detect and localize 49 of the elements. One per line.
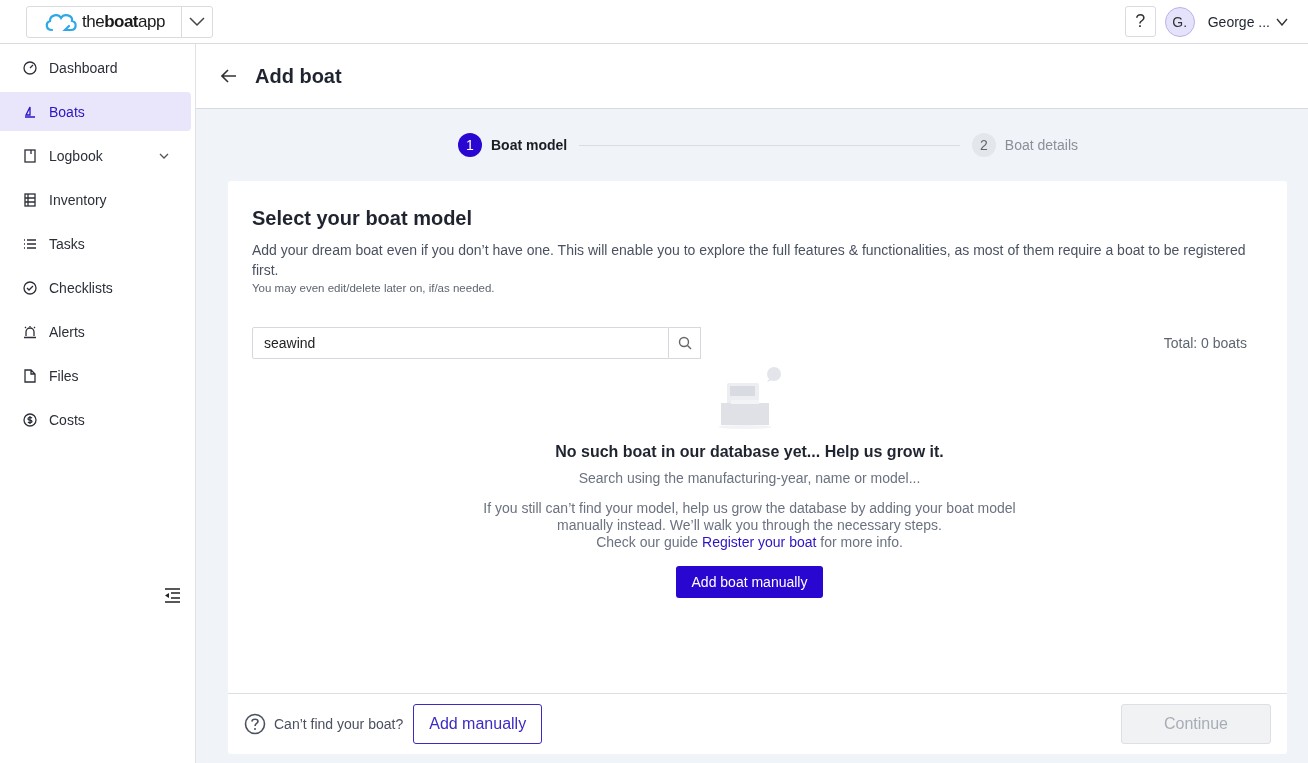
user-menu[interactable]: George ... [1207,13,1270,30]
sidebar-item[interactable]: Tasks [0,224,191,263]
sidebar-item[interactable]: Boats [0,92,191,131]
guide-text: for more info. [820,534,903,550]
page-title: Add boat [255,64,342,88]
nav-icon [23,60,37,75]
nav-icon [23,412,37,427]
step-label: Boat model [491,137,568,153]
step-number: 2 [971,133,996,157]
intro-text: Add your dream boat even if you don’t have one. This will enable you to explore the full features & functionalities, as most of them require a boat to be registered first. [252,241,1247,280]
app-switcher[interactable]: theboatapp [26,5,213,38]
nav-icon [23,324,37,339]
nav-icon [23,148,37,163]
nav-icon [23,368,37,383]
back-arrow-icon[interactable] [221,69,237,83]
empty-text: If you still can’t find your model, help us grow the database by adding your boat model manually instead. We’ll walk you through the necessary steps. [482,500,1017,534]
sidebar-item[interactable]: Costs [0,400,191,439]
chevron-down-icon[interactable] [189,16,205,27]
total-count: Total: 0 boats [1163,335,1247,351]
search-field[interactable]: seawind [252,327,669,359]
sidebar-item[interactable]: Checklists [0,268,191,307]
note-text: You may even edit/delete later on, if/as needed. [252,282,496,294]
help-icon [244,713,266,735]
guide-link[interactable]: Register your boat [702,534,817,550]
question-text: Can’t find your boat? [274,716,404,732]
nav-icon [23,236,37,251]
avatar[interactable]: G. [1164,6,1195,37]
search-button[interactable] [669,327,701,359]
sidebar-item[interactable]: Logbook [0,136,191,175]
logo-text: theboatapp [82,11,165,32]
step-label: Boat details [1004,137,1078,153]
step-number: 1 [458,133,482,157]
guide-text: Check our guide [596,534,699,550]
sidebar-item[interactable]: Inventory [0,180,191,219]
collapse-menu-icon[interactable] [164,588,181,603]
nav-icon [23,192,37,207]
sidebar-item[interactable]: Files [0,356,191,395]
nav-icon [23,280,37,295]
sidebar-item[interactable]: Dashboard [0,48,191,87]
empty-title: No such boat in our database yet... Help us grow it. [555,443,944,461]
sidebar-item[interactable]: Alerts [0,312,191,351]
add-manually-button[interactable]: Add manually [413,704,543,744]
chevron-down-icon[interactable] [1276,17,1288,26]
nav-icon [23,104,37,119]
card-title: Select your boat model [252,207,474,230]
help-button[interactable]: ? [1124,6,1156,37]
empty-hint: Search using the manufacturing-year, name or model... [578,470,921,486]
add-boat-button[interactable]: Add boat manually [675,566,824,598]
search-icon [677,336,692,350]
